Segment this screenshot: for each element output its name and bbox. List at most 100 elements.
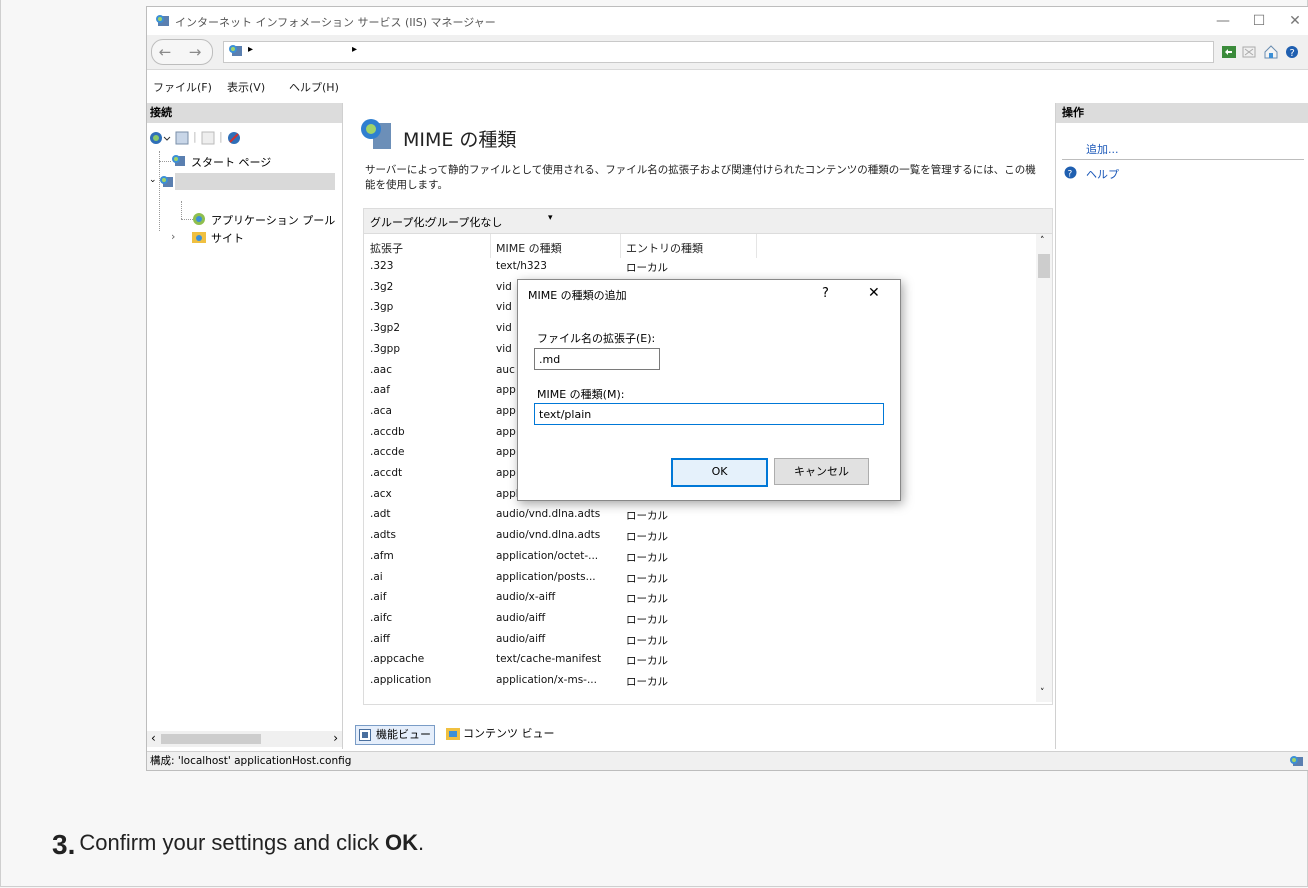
cancel-button[interactable]: キャンセル xyxy=(774,458,869,485)
minimize-button[interactable]: — xyxy=(1205,10,1241,32)
cell-extension: .aifc xyxy=(370,611,393,624)
cell-extension: .accdt xyxy=(370,467,403,479)
forward-arrow-icon[interactable]: → xyxy=(183,41,207,63)
cell-mime-type: audio/aiff xyxy=(496,611,546,624)
tree-connector xyxy=(181,201,182,219)
action-help-link[interactable]: ヘルプ xyxy=(1086,166,1119,182)
dropdown-arrow-icon[interactable]: ▾ xyxy=(548,213,553,223)
tree-item-sites[interactable]: › サイト xyxy=(171,229,321,245)
connect-globe-icon[interactable] xyxy=(149,131,171,145)
table-row[interactable]: .appcache text/cache-manifest ローカル xyxy=(364,653,1034,669)
cell-extension: .application xyxy=(370,674,432,686)
disconnect-icon[interactable] xyxy=(227,131,241,145)
group-by-select[interactable]: グループ化なし xyxy=(426,214,502,230)
save-icon[interactable] xyxy=(175,131,189,145)
cell-mime-type: vid xyxy=(496,322,512,335)
cell-entry-type: ローカル xyxy=(626,572,668,585)
cell-extension: .adts xyxy=(370,529,397,542)
scroll-left-icon[interactable]: ‹ xyxy=(151,731,156,745)
vertical-scrollbar[interactable]: ˄ ˅ xyxy=(1036,234,1052,702)
cell-extension: .appcache xyxy=(370,653,425,666)
refresh-icon[interactable] xyxy=(1221,44,1237,60)
mime-type-input[interactable] xyxy=(534,403,884,425)
back-arrow-icon[interactable]: ← xyxy=(153,41,177,63)
tree-item-start-page[interactable]: スタート ページ xyxy=(171,153,331,169)
table-row[interactable]: .aif audio/x-aiff ローカル xyxy=(364,591,1034,607)
table-row[interactable]: .aifc audio/aiff ローカル xyxy=(364,612,1034,628)
status-bar: 構成: 'localhost' applicationHost.config xyxy=(147,751,1308,770)
ok-button[interactable]: OK xyxy=(671,458,768,487)
maximize-button[interactable]: ☐ xyxy=(1241,10,1277,32)
cell-mime-type: application/x-ms-... xyxy=(496,674,597,686)
table-row[interactable]: .aiff audio/aiff ローカル xyxy=(364,633,1034,649)
help-dropdown-icon[interactable]: ? xyxy=(1285,44,1301,60)
scroll-right-icon[interactable]: › xyxy=(333,731,338,745)
cell-mime-type: app xyxy=(496,446,516,459)
actions-divider xyxy=(1062,159,1304,160)
column-header-mime-type[interactable]: MIME の種類 xyxy=(496,240,562,256)
stop-icon[interactable] xyxy=(1241,44,1257,60)
cell-extension: .afm xyxy=(370,549,394,562)
address-input[interactable]: ▸ ▸ xyxy=(223,41,1214,63)
close-button[interactable]: ✕ xyxy=(1277,10,1308,32)
menu-view[interactable]: 表示(V) xyxy=(227,79,265,95)
cell-entry-type: ローカル xyxy=(626,531,668,544)
table-row[interactable]: .323 text/h323 ローカル xyxy=(364,260,1034,276)
scroll-thumb[interactable] xyxy=(1038,254,1050,278)
table-row[interactable]: .application application/x-ms-... ローカル xyxy=(364,674,1034,690)
up-level-icon[interactable] xyxy=(201,131,215,145)
caption-end: . xyxy=(418,830,425,855)
tab-features-view[interactable]: 機能ビュー xyxy=(355,725,435,745)
sites-folder-icon xyxy=(192,232,206,243)
column-header-entry-type[interactable]: エントリの種類 xyxy=(626,240,703,256)
dialog-help-button[interactable]: ? xyxy=(822,286,829,301)
column-header-extension[interactable]: 拡張子 xyxy=(370,240,403,256)
cell-mime-type: audio/vnd.dlna.adts xyxy=(496,508,601,521)
actions-pane: 操作 追加... ? ヘルプ xyxy=(1055,103,1308,749)
scroll-down-icon[interactable]: ˅ xyxy=(1040,688,1045,698)
app-pool-icon xyxy=(193,213,205,225)
collapse-chevron-icon[interactable]: › xyxy=(171,230,175,243)
tab-content-view[interactable]: コンテンツ ビュー xyxy=(443,725,558,743)
expand-chevron-icon[interactable]: ⌄ xyxy=(149,175,157,185)
cell-extension: .aac xyxy=(370,363,392,376)
cell-extension: .adt xyxy=(370,508,391,521)
dialog-close-button[interactable]: ✕ xyxy=(868,285,880,301)
breadcrumb-separator-2: ▸ xyxy=(352,44,358,55)
tree-connector xyxy=(159,161,171,162)
tree-item-app-pools[interactable]: アプリケーション プール xyxy=(191,211,341,227)
tree-item-label: スタート ページ xyxy=(191,156,272,169)
menu-help[interactable]: ヘルプ(H) xyxy=(289,79,339,95)
svg-text:?: ? xyxy=(1290,48,1295,59)
tree-item-label: アプリケーション プール xyxy=(211,214,336,227)
cell-extension: .aif xyxy=(370,591,387,604)
menu-file[interactable]: ファイル(F) xyxy=(153,79,212,95)
tree-item-server[interactable]: ⌄ xyxy=(149,173,339,191)
extension-input[interactable] xyxy=(534,348,660,370)
server-icon xyxy=(229,45,242,56)
page-title: MIME の種類 xyxy=(403,129,517,151)
cell-extension: .323 xyxy=(370,260,394,272)
extension-label: ファイル名の拡張子(E): xyxy=(537,332,656,345)
home-icon[interactable] xyxy=(1263,44,1279,60)
action-add-link[interactable]: 追加... xyxy=(1086,141,1119,157)
cell-mime-type: text/h323 xyxy=(496,260,547,272)
scroll-up-icon[interactable]: ˄ xyxy=(1040,236,1045,246)
scroll-thumb[interactable] xyxy=(161,734,261,744)
table-row[interactable]: .ai application/posts... ローカル xyxy=(364,571,1034,587)
horizontal-scrollbar[interactable]: ‹ › xyxy=(147,731,342,747)
table-row[interactable]: .adt audio/vnd.dlna.adts ローカル xyxy=(364,508,1034,524)
mime-type-label: MIME の種類(M): xyxy=(537,388,625,401)
table-row[interactable]: .adts audio/vnd.dlna.adts ローカル xyxy=(364,529,1034,545)
cell-entry-type: ローカル xyxy=(626,593,668,606)
column-divider xyxy=(620,234,621,258)
tree-item-label: サイト xyxy=(211,232,244,245)
column-divider xyxy=(756,234,757,258)
cell-mime-type: app xyxy=(496,425,516,438)
table-row[interactable]: .afm application/octet-... ローカル xyxy=(364,550,1034,566)
cell-mime-type: vid xyxy=(496,280,512,293)
caption-text: Confirm your settings and click xyxy=(79,830,386,855)
cell-entry-type: ローカル xyxy=(626,551,668,564)
iis-app-icon xyxy=(156,15,169,26)
cell-mime-type: app xyxy=(496,467,516,479)
